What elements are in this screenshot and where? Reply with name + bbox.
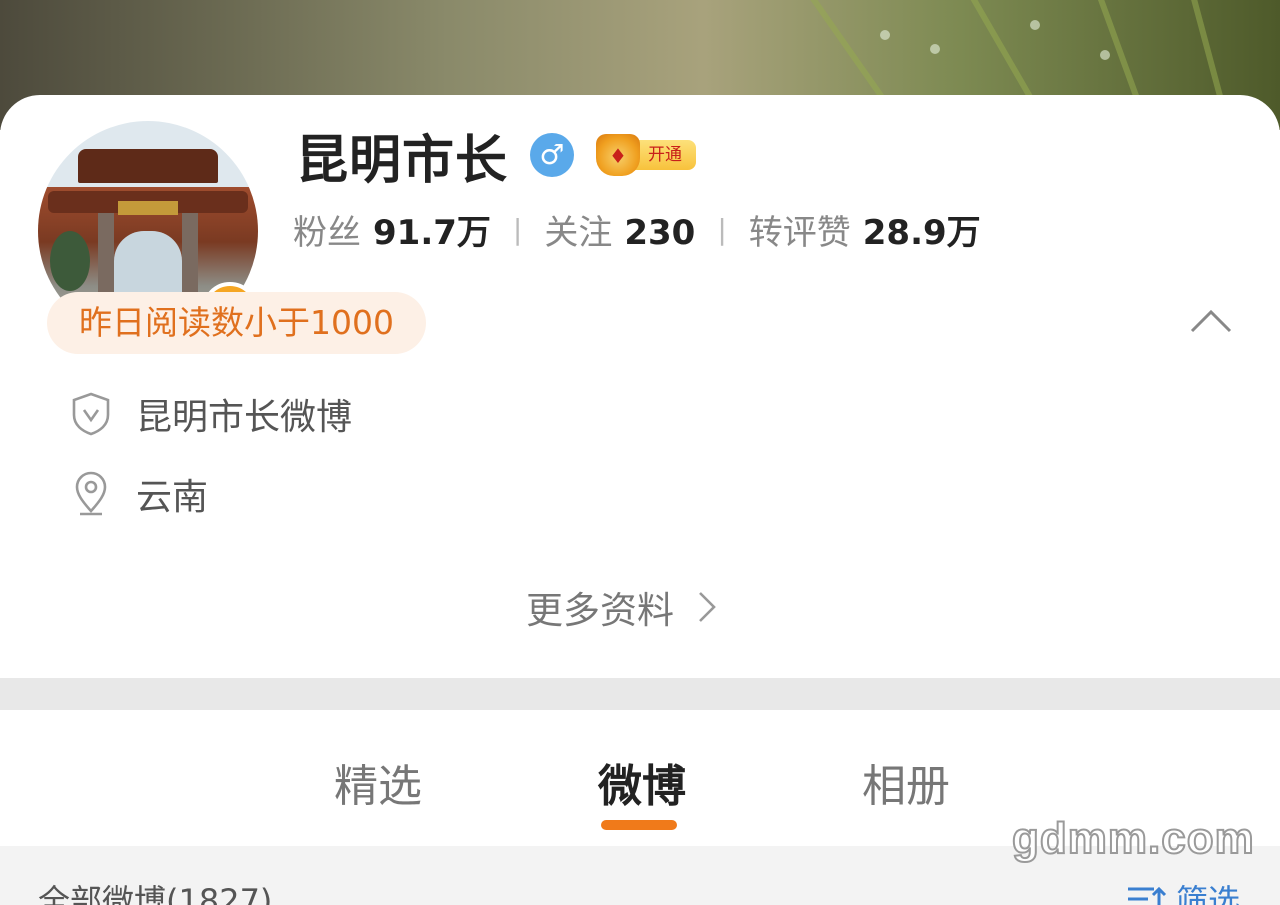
stat-label: 粉丝 <box>293 212 361 253</box>
more-info-link[interactable]: 更多资料 <box>526 579 720 635</box>
chevron-right-icon <box>699 592 716 622</box>
filter-button[interactable]: 筛选 <box>1126 876 1240 905</box>
verification-text: 昆明市长微博 <box>136 397 353 438</box>
tab-album[interactable]: 相册 <box>862 750 950 814</box>
filter-label: 筛选 <box>1176 882 1241 905</box>
stat-value: 91.7万 <box>373 212 491 253</box>
stat-following[interactable]: 关注 230 <box>544 205 695 254</box>
location-text: 云南 <box>136 477 209 518</box>
more-info-label: 更多资料 <box>526 589 674 632</box>
posts-count: 全部微博(1827) <box>38 882 273 905</box>
section-divider <box>0 678 1280 710</box>
location-pin-icon <box>75 471 107 516</box>
tab-featured[interactable]: 精选 <box>334 750 422 814</box>
location-row: 云南 <box>70 469 208 519</box>
tab-weibo[interactable]: 微博 <box>598 750 686 814</box>
profile-card: V 昆明市长 ♂ ♦ 开通 粉丝91.7万 | 关注230 | 转评赞28.9万… <box>0 95 1280 678</box>
male-icon: ♂ <box>530 133 575 177</box>
chevron-up-icon[interactable] <box>1188 305 1234 335</box>
stat-divider: | <box>717 212 727 246</box>
filter-icon <box>1128 886 1167 905</box>
stat-divider: | <box>512 212 523 246</box>
reads-badge[interactable]: 昨日阅读数小于1000 <box>47 292 426 354</box>
stat-value: 28.9万 <box>862 212 981 253</box>
profile-name: 昆明市长 <box>296 130 509 191</box>
stat-label: 转评赞 <box>748 212 851 253</box>
watermark: gdmm.com <box>1011 813 1255 864</box>
shield-icon <box>72 392 110 436</box>
name-row: 昆明市长 ♂ ♦ 开通 <box>296 123 697 191</box>
crown-icon: ♦ <box>596 134 641 176</box>
stat-value: 230 <box>624 212 696 253</box>
stat-followers[interactable]: 粉丝 91.7万 <box>293 205 491 254</box>
profile-stats: 粉丝 91.7万 | 关注 230 | 转评赞 28.9万 <box>293 203 981 255</box>
stat-interactions[interactable]: 转评赞 28.9万 <box>749 205 981 254</box>
stat-label: 关注 <box>544 212 613 253</box>
vip-badge[interactable]: ♦ 开通 <box>596 133 697 177</box>
verification-row: 昆明市长微博 <box>70 389 352 439</box>
active-tab-indicator <box>601 820 677 830</box>
